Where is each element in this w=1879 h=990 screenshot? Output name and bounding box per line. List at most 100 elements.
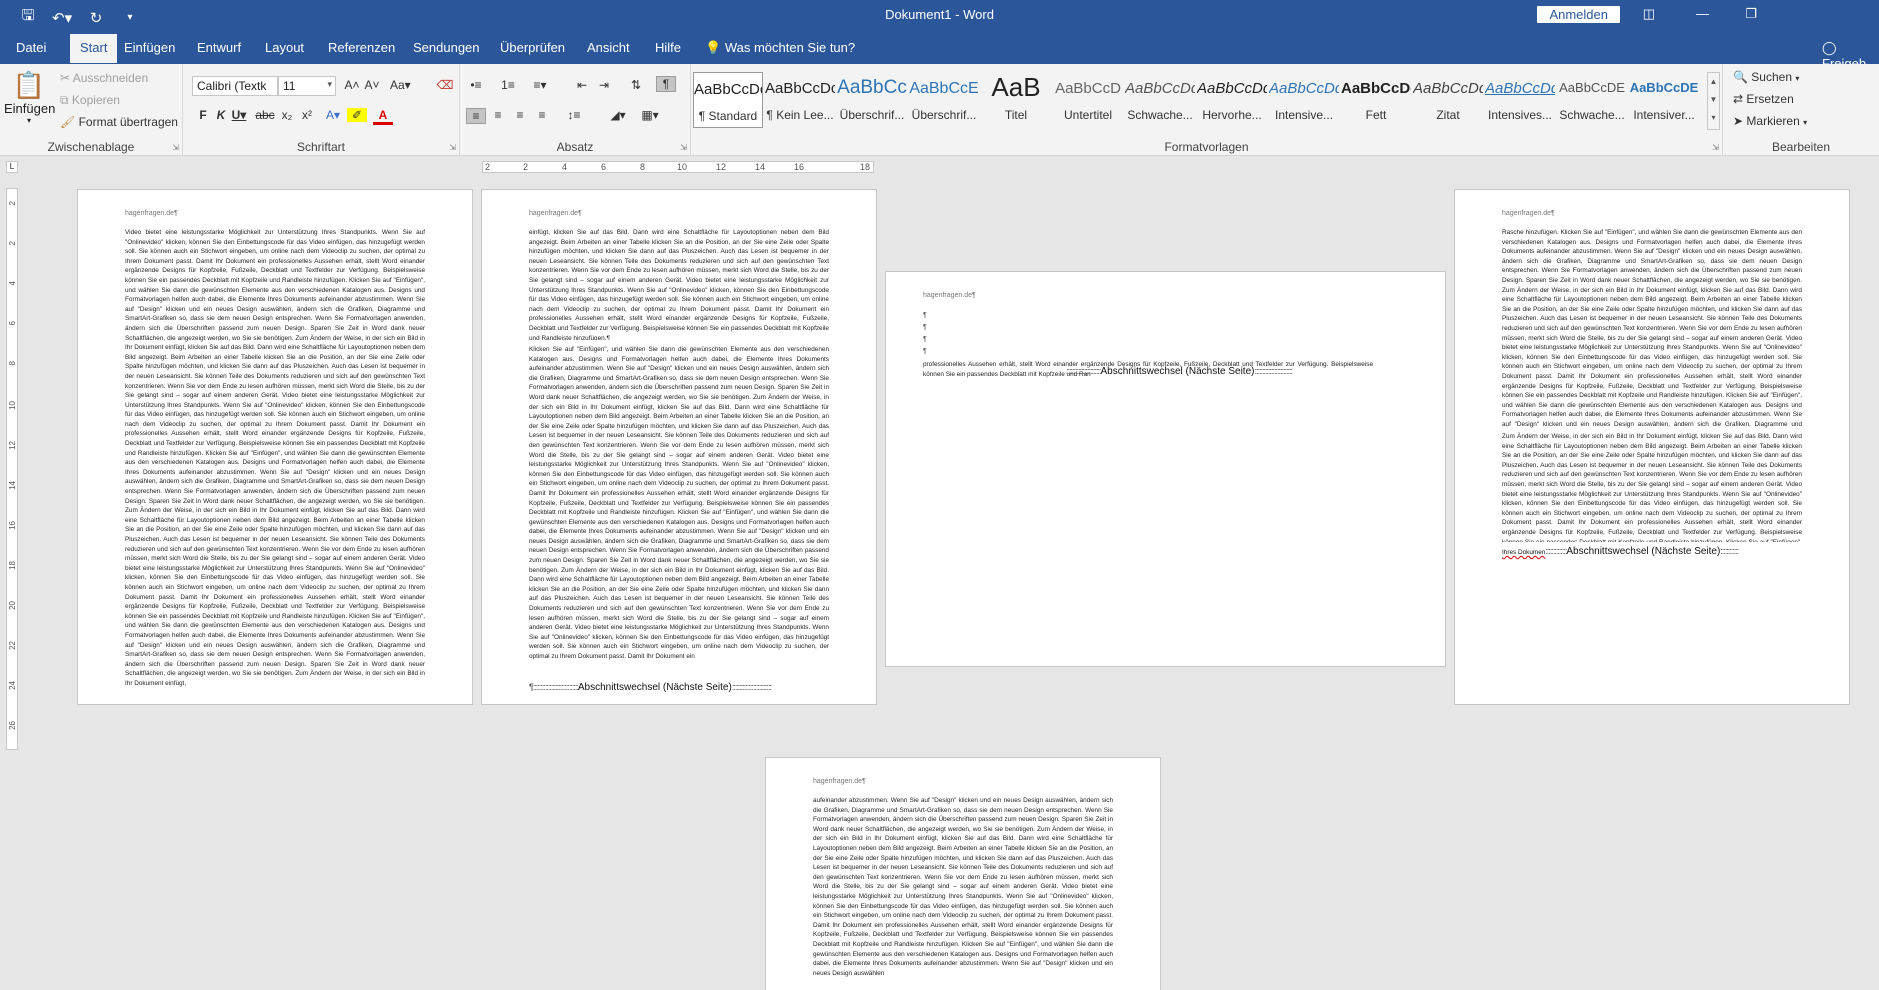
text-effects-icon[interactable]: A▾ (323, 108, 343, 122)
style-schwacher-verweis[interactable]: AaBbCcDE Schwache... (1557, 72, 1627, 128)
horizontal-ruler[interactable]: 2 2 4 6 8 10 12 14 16 18 (482, 161, 874, 173)
bullets-icon[interactable]: •≡ (466, 78, 486, 92)
ribbon: 📋 Einfügen ▾ ✂ Ausschneiden ⧉ Kopieren 🖌… (0, 64, 1879, 156)
section-break-label: Abschnittswechsel (Nächste Seite) (577, 682, 732, 693)
style-intensives-zitat[interactable]: AaBbCcDd Intensives... (1485, 72, 1555, 128)
show-formatting-marks-icon[interactable]: ¶ (656, 76, 676, 92)
tab-hilfe[interactable]: Hilfe (655, 40, 681, 55)
page-1[interactable]: hagenfragen.de¶ Video bietet eine leistu… (77, 189, 473, 705)
align-center-icon[interactable]: ≡ (488, 108, 508, 122)
paragraph-mark: ¶ (923, 348, 927, 355)
font-color-icon[interactable]: A (373, 108, 393, 125)
tab-ansicht[interactable]: Ansicht (587, 40, 630, 55)
paste-button[interactable]: 📋 Einfügen ▾ (4, 70, 55, 125)
page-3[interactable]: hagenfragen.de¶ ¶ ¶ ¶ ¶ professionelles … (885, 271, 1446, 667)
page-5[interactable]: hagenfragen.de¶ aufeinander abzustimmen.… (765, 757, 1161, 990)
style-preview: AaBbCcDE (1629, 80, 1699, 95)
signin-button[interactable]: Anmelden (1537, 6, 1620, 23)
copy-button[interactable]: ⧉ Kopieren (60, 93, 120, 108)
bold-icon[interactable]: F (193, 108, 213, 122)
line-spacing-icon[interactable]: ↕≡ (564, 108, 584, 122)
style-untertitel[interactable]: AaBbCcD Untertitel (1053, 72, 1123, 128)
gallery-expand-icon[interactable]: ▾ (1708, 109, 1719, 127)
ribbon-tabs: Datei Start Einfügen Entwurf Layout Refe… (0, 30, 1879, 71)
italic-icon[interactable]: K (211, 108, 231, 122)
align-right-icon[interactable]: ≡ (510, 108, 530, 122)
superscript-icon[interactable]: x² (297, 108, 317, 122)
page-body-text: Zum Ändern der Weise, in der sich ein Bi… (1502, 433, 1802, 542)
style-preview: AaBbCcE (909, 80, 979, 97)
clear-formatting-icon[interactable]: ⌫ (435, 78, 455, 92)
find-button[interactable]: 🔍 Suchen ▾ (1733, 70, 1799, 84)
highlight-icon[interactable]: ✐ (347, 108, 367, 122)
minimize-icon[interactable]: — (1696, 6, 1709, 21)
ribbon-display-icon[interactable]: ◫ (1643, 6, 1655, 22)
style-titel[interactable]: AaB Titel (981, 72, 1051, 128)
style-fett[interactable]: AaBbCcDc Fett (1341, 72, 1411, 128)
dialog-launcher-icon[interactable]: ⇲ (680, 143, 687, 152)
style-schwache-hervorhebung[interactable]: AaBbCcDd Schwache... (1125, 72, 1195, 128)
style-intensive-hervorhebung[interactable]: AaBbCcDd Intensive... (1269, 72, 1339, 128)
scroll-up-icon[interactable]: ▲ (1708, 73, 1719, 91)
font-size-combo[interactable]: 11 ▾ (278, 76, 336, 96)
style-ueberschrift-2[interactable]: AaBbCcE Überschrif... (909, 72, 979, 128)
decrease-indent-icon[interactable]: ⇤ (572, 78, 592, 92)
style-ueberschrift-1[interactable]: AaBbCc Überschrif... (837, 72, 907, 128)
vertical-ruler[interactable]: 2 2 4 6 8 10 12 14 16 18 20 22 24 26 (6, 188, 18, 750)
copy-icon: ⧉ (60, 93, 69, 107)
sort-icon[interactable]: ⇅ (626, 78, 646, 92)
tab-einfuegen[interactable]: Einfügen (124, 40, 175, 55)
format-painter-button[interactable]: 🖌 Format übertragen (60, 115, 178, 129)
paragraph-mark: ¶ (923, 324, 927, 331)
scroll-down-icon[interactable]: ▼ (1708, 91, 1719, 109)
tell-me-box[interactable]: 💡 Was möchten Sie tun? (705, 40, 855, 56)
cut-button[interactable]: ✂ Ausschneiden (60, 71, 148, 85)
page-header: hagenfragen.de¶ (813, 778, 866, 785)
restore-icon[interactable]: ❐ (1745, 6, 1757, 22)
cursor-icon: ➤ (1733, 114, 1744, 128)
document-canvas[interactable]: L 2 2 4 6 8 10 12 14 16 18 2 2 4 6 8 10 … (0, 156, 1879, 990)
multilevel-list-icon[interactable]: ≡▾ (530, 78, 550, 92)
style-name: Untertitel (1063, 108, 1113, 122)
page-2[interactable]: hagenfragen.de¶ einfügt, klicken Sie auf… (481, 189, 877, 705)
section-break-label: Abschnittswechsel (Nächste Seite) (1566, 546, 1721, 557)
tab-selector-icon[interactable]: L (6, 161, 18, 173)
style-preview: AaBbCcDd (1269, 80, 1339, 97)
ruler-tick: 16 (8, 521, 17, 530)
numbering-icon[interactable]: 1≡ (498, 78, 518, 92)
dialog-launcher-icon[interactable]: ⇲ (1712, 143, 1719, 152)
page-4[interactable]: hagenfragen.de¶ Rasche hinzufügen. Klick… (1454, 189, 1850, 705)
shrink-font-icon[interactable]: A˅ (362, 78, 382, 92)
style-kein-leerraum[interactable]: AaBbCcDc ¶ Kein Lee... (765, 72, 835, 128)
borders-icon[interactable]: ▦▾ (640, 108, 660, 122)
style-intensiver-verweis[interactable]: AaBbCcDE Intensiver... (1629, 72, 1699, 128)
tab-start[interactable]: Start (70, 34, 118, 63)
dialog-launcher-icon[interactable]: ⇲ (449, 143, 456, 152)
tab-entwurf[interactable]: Entwurf (197, 40, 241, 55)
align-left-icon[interactable]: ≡ (466, 108, 486, 124)
page-body-text: einfügt, klicken Sie auf das Bild. Dann … (529, 229, 829, 340)
strikethrough-icon[interactable]: abc (255, 108, 275, 122)
increase-indent-icon[interactable]: ⇥ (594, 78, 614, 92)
grow-font-icon[interactable]: A˄ (342, 78, 362, 92)
tab-ueberpruefen[interactable]: Überprüfen (500, 40, 565, 55)
select-button[interactable]: ➤ Markieren ▾ (1733, 114, 1807, 128)
gallery-scroll[interactable]: ▲ ▼ ▾ (1707, 72, 1720, 130)
font-name-combo[interactable]: Calibri (Textk (192, 76, 278, 96)
tab-referenzen[interactable]: Referenzen (328, 40, 395, 55)
subscript-icon[interactable]: x₂ (277, 108, 297, 122)
tab-layout[interactable]: Layout (265, 40, 304, 55)
dialog-launcher-icon[interactable]: ⇲ (172, 143, 179, 152)
replace-button[interactable]: ⇄ Ersetzen (1733, 92, 1794, 106)
style-zitat[interactable]: AaBbCcDd Zitat (1413, 72, 1483, 128)
underline-icon[interactable]: U▾ (229, 108, 249, 122)
shading-icon[interactable]: ◢▾ (608, 108, 628, 122)
change-case-icon[interactable]: Aa▾ (390, 78, 411, 92)
tab-datei[interactable]: Datei (16, 40, 46, 55)
justify-icon[interactable]: ≡ (532, 108, 552, 122)
font-group-label: Schriftart (296, 140, 345, 154)
ruler-tick: 24 (8, 681, 17, 690)
style-hervorhebung[interactable]: AaBbCcDd Hervorhe... (1197, 72, 1267, 128)
tab-sendungen[interactable]: Sendungen (413, 40, 480, 55)
style-standard[interactable]: AaBbCcDc ¶ Standard (693, 72, 763, 128)
